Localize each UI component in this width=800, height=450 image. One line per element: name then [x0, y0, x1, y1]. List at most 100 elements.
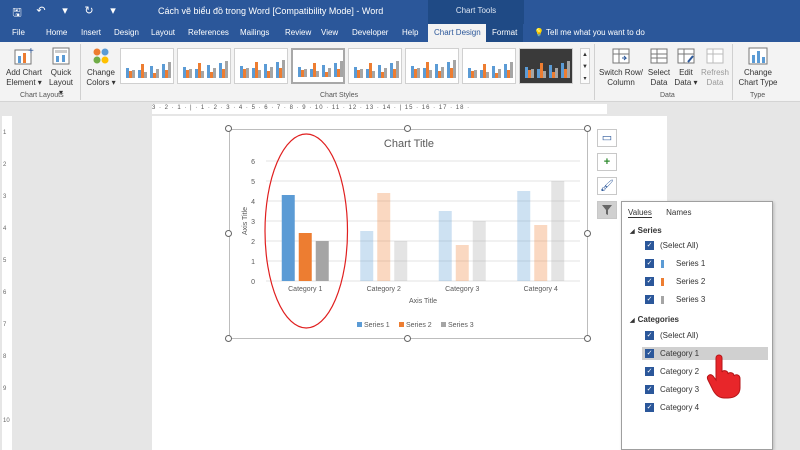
add-chart-element-button[interactable]: + Add Chart Element ▾: [4, 46, 44, 88]
resize-handle[interactable]: [225, 125, 232, 132]
item-label: Category 3: [660, 385, 700, 394]
tab-mailings[interactable]: Mailings: [240, 28, 269, 37]
refresh-data-icon: [706, 48, 724, 64]
categories-header[interactable]: ◢ Categories: [630, 315, 679, 324]
thumb-bar: [417, 68, 420, 78]
series-header[interactable]: ◢ Series: [630, 226, 662, 235]
checkbox[interactable]: ✓: [645, 385, 654, 394]
resize-handle[interactable]: [225, 230, 232, 237]
thumb-bar: [144, 72, 147, 78]
item-label: Series 1: [676, 259, 706, 268]
undo-dropdown-icon[interactable]: ▾: [58, 4, 72, 23]
vruler-number: 4: [3, 226, 7, 232]
resize-handle[interactable]: [225, 335, 232, 342]
quick-access-toolbar: 🖫 ↶ ▾ ↻ ▾: [10, 4, 120, 23]
switch-row-column-label-2: Column: [607, 78, 635, 87]
edit-data-button[interactable]: Edit Data ▾: [674, 46, 698, 88]
tab-chart-design[interactable]: Chart Design: [428, 24, 487, 42]
thumb-bar: [213, 68, 216, 78]
filter-item-series-1[interactable]: ✓ Series 1: [642, 257, 768, 270]
bar-series-2-1: [298, 233, 312, 281]
tab-developer[interactable]: Developer: [352, 28, 388, 37]
thumb-bar: [429, 70, 432, 78]
resize-handle[interactable]: [404, 335, 411, 342]
chart-styles-button[interactable]: 🖌: [597, 177, 617, 195]
switch-row-column-button[interactable]: Switch Row/ Column: [598, 46, 644, 88]
layout-options-button[interactable]: ▭: [597, 129, 617, 147]
tab-format[interactable]: Format: [486, 24, 524, 42]
quick-layout-button[interactable]: Quick Layout ▾: [46, 46, 76, 98]
styles-scroll-buttons[interactable]: ▲ ▼ ▾: [580, 48, 590, 84]
tab-file[interactable]: File: [12, 28, 25, 37]
checkbox[interactable]: ✓: [645, 295, 654, 304]
change-chart-type-button[interactable]: Change Chart Type: [736, 46, 780, 88]
series-header-label: Series: [637, 226, 662, 235]
chart-style-7[interactable]: [462, 48, 516, 84]
chart-style-2[interactable]: [177, 48, 231, 84]
resize-handle[interactable]: [584, 335, 591, 342]
filter-item-category-4[interactable]: ✓ Category 4: [642, 401, 768, 414]
tab-help[interactable]: Help: [402, 28, 418, 37]
bar-series-2-3: [455, 245, 469, 281]
type-group-label: Type: [750, 92, 766, 99]
tab-insert[interactable]: Insert: [81, 28, 101, 37]
customize-qat-icon[interactable]: ▾: [106, 4, 120, 23]
tell-me-search[interactable]: 💡 Tell me what you want to do: [534, 28, 645, 37]
ribbon-tabs: File Home Insert Design Layout Reference…: [0, 24, 800, 42]
chart-style-4[interactable]: [291, 48, 345, 84]
checkbox[interactable]: ✓: [645, 277, 654, 286]
refresh-data-button: Refresh Data: [700, 46, 730, 88]
checkbox[interactable]: ✓: [645, 331, 654, 340]
checkbox[interactable]: ✓: [645, 349, 654, 358]
thumb-bar: [567, 61, 570, 78]
checkbox[interactable]: ✓: [645, 403, 654, 412]
palette-icon: [93, 48, 109, 64]
tab-view[interactable]: View: [321, 28, 338, 37]
tab-values[interactable]: Values: [628, 208, 652, 218]
save-icon[interactable]: 🖫: [10, 4, 24, 23]
thumb-bar: [282, 60, 285, 78]
chart-object[interactable]: Chart Title 0 1 2 3 4 5 6 Axis Title Category 1 Ca…: [229, 129, 588, 339]
chart-style-6[interactable]: [405, 48, 459, 84]
undo-icon[interactable]: ↶: [34, 4, 48, 23]
chart-style-5[interactable]: [348, 48, 402, 84]
legend-label: Series 1: [364, 322, 390, 329]
tab-design[interactable]: Design: [114, 28, 139, 37]
series-swatch: [661, 296, 664, 304]
thumb-bar: [555, 68, 558, 78]
resize-handle[interactable]: [404, 125, 411, 132]
tab-references[interactable]: References: [188, 28, 229, 37]
chart-filters-button[interactable]: [597, 201, 617, 219]
tell-me-text: Tell me what you want to do: [546, 28, 645, 37]
add-chart-element-label-2: Element ▾: [6, 78, 42, 87]
filter-item-series-3[interactable]: ✓ Series 3: [642, 293, 768, 306]
change-chart-type-label-2: Chart Type: [738, 78, 778, 87]
chart-layout-icon: ▭: [601, 132, 613, 144]
filter-item-category-select-all[interactable]: ✓ (Select All): [642, 329, 768, 342]
bar-series-3-2: [394, 241, 408, 281]
redo-icon[interactable]: ↻: [82, 4, 96, 23]
change-colors-button[interactable]: Change Colors ▾: [84, 46, 118, 88]
chart-style-3[interactable]: [234, 48, 288, 84]
resize-handle[interactable]: [584, 125, 591, 132]
chart-elements-button[interactable]: +: [597, 153, 617, 171]
checkbox[interactable]: ✓: [645, 367, 654, 376]
chart-style-8[interactable]: [519, 48, 573, 84]
filter-item-series-2[interactable]: ✓ Series 2: [642, 275, 768, 288]
chart-style-1[interactable]: [120, 48, 174, 84]
tab-review[interactable]: Review: [285, 28, 311, 37]
y-tick-label: 5: [251, 179, 255, 186]
x-axis-title: Axis Title: [409, 298, 437, 305]
select-data-button[interactable]: Select Data: [646, 46, 672, 88]
change-colors-label-1: Change: [86, 68, 116, 77]
y-tick-label: 1: [251, 259, 255, 266]
chart-layouts-group-label: Chart Layouts: [20, 92, 64, 99]
chart-filters-pane: Values Names ◢ Series ✓ (Select All) ✓ Seri…: [621, 201, 773, 450]
tab-layout[interactable]: Layout: [151, 28, 175, 37]
resize-handle[interactable]: [584, 230, 591, 237]
checkbox[interactable]: ✓: [645, 259, 654, 268]
tab-home[interactable]: Home: [46, 28, 67, 37]
tab-names[interactable]: Names: [666, 208, 691, 217]
filter-item-series-select-all[interactable]: ✓ (Select All): [642, 239, 768, 252]
checkbox[interactable]: ✓: [645, 241, 654, 250]
